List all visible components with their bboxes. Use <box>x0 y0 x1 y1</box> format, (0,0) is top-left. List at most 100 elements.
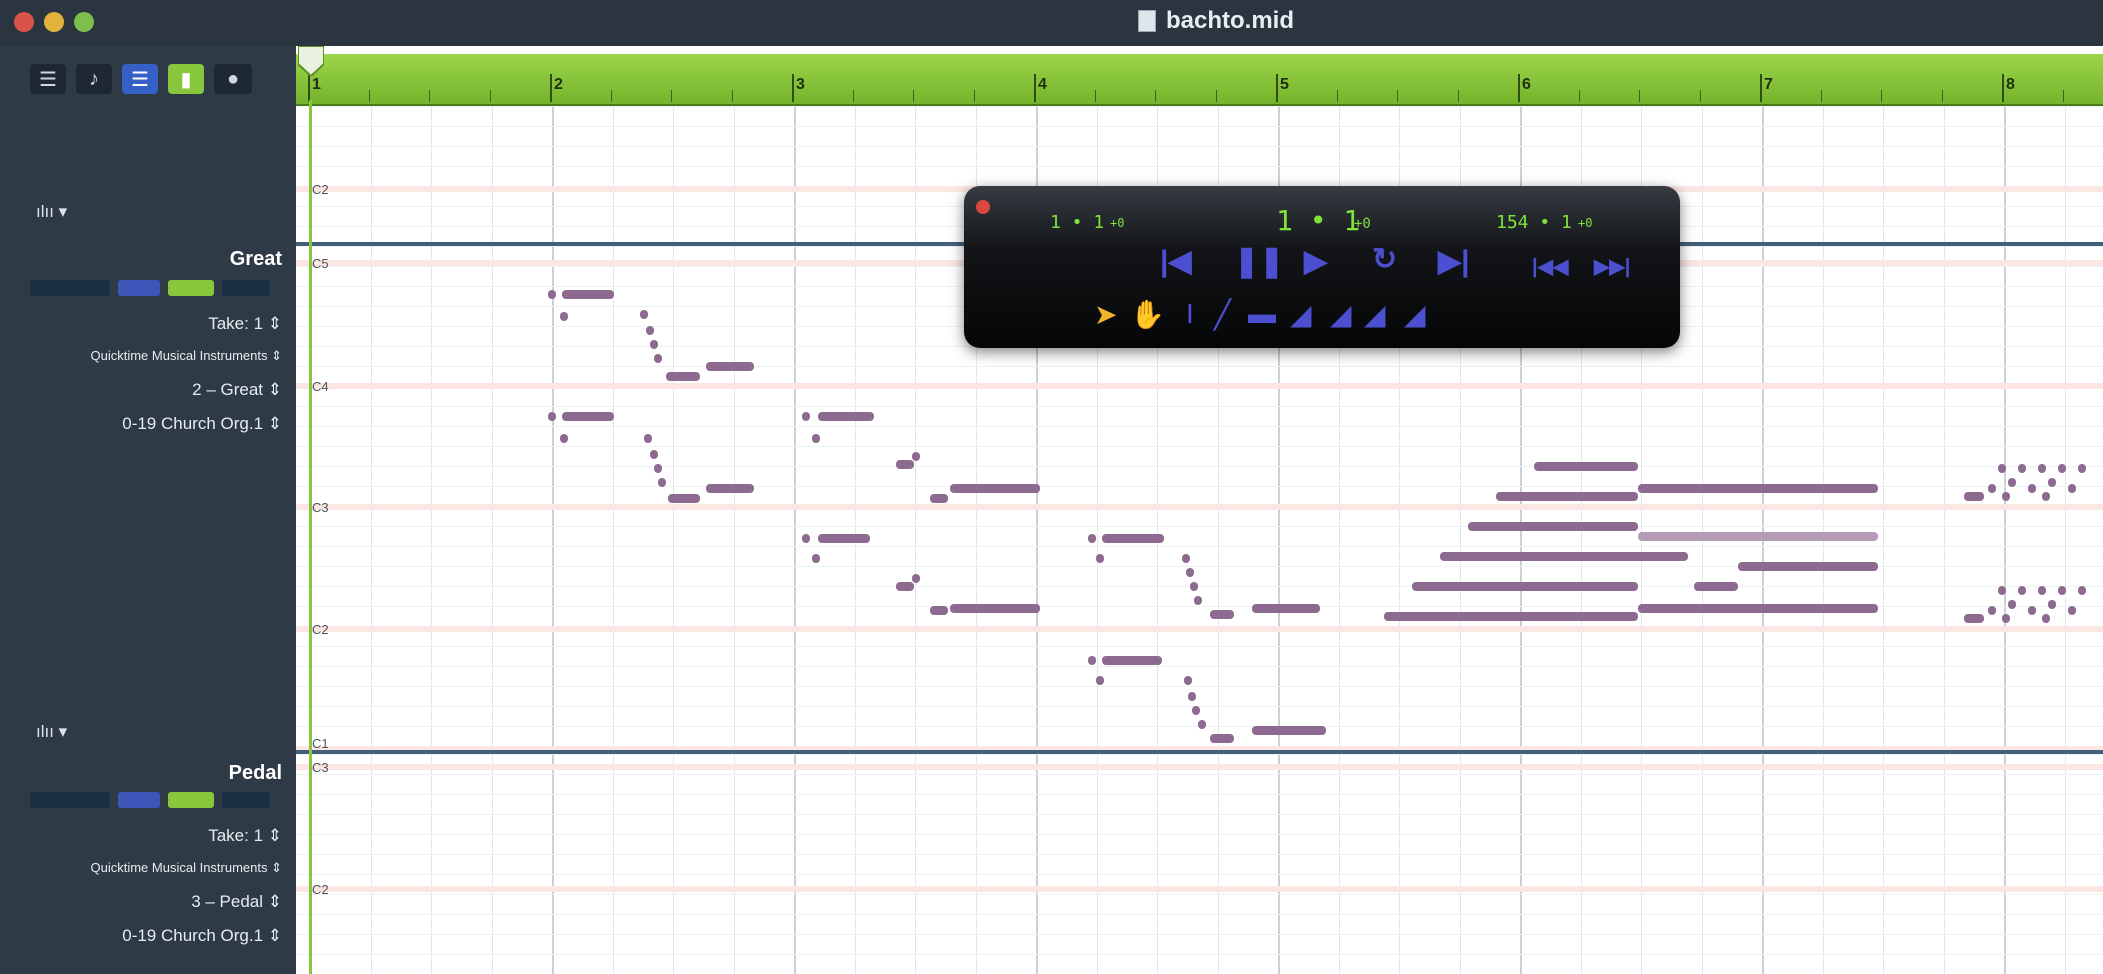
mute-toggle[interactable] <box>118 792 160 808</box>
note[interactable] <box>650 450 658 459</box>
note[interactable] <box>706 362 754 371</box>
record-arm-toggle[interactable] <box>222 280 270 296</box>
velocity-view-menu[interactable]: ılıı ▾ <box>36 202 67 222</box>
notation-view-button[interactable]: ♪ <box>76 64 112 94</box>
note[interactable] <box>2038 586 2046 595</box>
note[interactable] <box>2002 492 2010 501</box>
note[interactable] <box>706 484 754 493</box>
note[interactable] <box>1638 484 1878 493</box>
note[interactable] <box>1440 552 1688 561</box>
record-arm-toggle[interactable] <box>222 792 270 808</box>
rewind-to-start-button[interactable]: |◀ <box>1160 244 1191 279</box>
note[interactable] <box>1534 462 1638 471</box>
minimize-window-button[interactable] <box>44 12 64 32</box>
piano-roll-view-button[interactable]: ☰ <box>122 64 158 94</box>
flat-shape-tool-icon[interactable]: ▬ <box>1248 298 1276 330</box>
note[interactable] <box>1964 492 1984 501</box>
note[interactable] <box>1988 484 1996 493</box>
note[interactable] <box>666 372 700 381</box>
note[interactable] <box>2018 464 2026 473</box>
note[interactable] <box>812 434 820 443</box>
note[interactable] <box>1096 676 1104 685</box>
note[interactable] <box>802 412 810 421</box>
note[interactable] <box>1964 614 1984 623</box>
pedal-piano-roll[interactable]: C3 C2 <box>296 754 2103 974</box>
transport-right-position[interactable]: 154 • 1 <box>1496 212 1572 233</box>
note[interactable] <box>1188 692 1196 701</box>
note[interactable] <box>1738 562 1878 571</box>
note[interactable] <box>2058 464 2066 473</box>
note[interactable] <box>1252 604 1320 613</box>
note[interactable] <box>654 464 662 473</box>
note[interactable] <box>2078 464 2086 473</box>
note[interactable] <box>930 606 948 615</box>
loop-button[interactable]: ▮ <box>168 64 204 94</box>
note[interactable] <box>2042 614 2050 623</box>
note[interactable] <box>802 534 810 543</box>
note[interactable] <box>2042 492 2050 501</box>
note[interactable] <box>646 326 654 335</box>
line-tool-icon[interactable]: ╱ <box>1214 298 1231 331</box>
shallow-ramp-tool-icon[interactable]: ◢ <box>1404 298 1426 331</box>
rewind-button[interactable]: |◀◀ <box>1532 254 1568 279</box>
hand-tool-icon[interactable]: ✋ <box>1130 298 1165 331</box>
note[interactable] <box>1638 604 1878 613</box>
note[interactable] <box>912 452 920 461</box>
note[interactable] <box>1088 534 1096 543</box>
note[interactable] <box>2068 606 2076 615</box>
note[interactable] <box>1412 582 1638 591</box>
note[interactable] <box>2018 586 2026 595</box>
solo-toggle[interactable] <box>168 792 214 808</box>
transport-close-button[interactable] <box>976 200 990 214</box>
note[interactable] <box>818 534 870 543</box>
note[interactable] <box>2028 606 2036 615</box>
note[interactable] <box>1088 656 1096 665</box>
note[interactable] <box>1998 464 2006 473</box>
fast-forward-button[interactable]: ▶▶| <box>1594 254 1630 279</box>
mixer-view-button[interactable]: ☰ <box>30 64 66 94</box>
note[interactable] <box>896 582 914 591</box>
note[interactable] <box>896 460 914 469</box>
note[interactable] <box>1694 582 1738 591</box>
mute-toggle[interactable] <box>118 280 160 296</box>
note[interactable] <box>950 604 1040 613</box>
note[interactable] <box>912 574 920 583</box>
zoom-window-button[interactable] <box>74 12 94 32</box>
close-window-button[interactable] <box>14 12 34 32</box>
note[interactable] <box>658 478 666 487</box>
note[interactable] <box>2058 586 2066 595</box>
note[interactable] <box>1186 568 1194 577</box>
device-select-pedal[interactable]: Quicktime Musical Instruments ⇕ <box>91 860 283 876</box>
note[interactable] <box>644 434 652 443</box>
note[interactable] <box>1102 534 1164 543</box>
note[interactable] <box>818 412 874 421</box>
note[interactable] <box>1384 612 1638 621</box>
note[interactable] <box>930 494 948 503</box>
take-select-great[interactable]: Take: 1 ⇕ <box>208 314 282 334</box>
note[interactable] <box>560 434 568 443</box>
instrument-select-pedal[interactable]: 0-19 Church Org.1 ⇕ <box>122 926 282 946</box>
instrument-select-great[interactable]: 0-19 Church Org.1 ⇕ <box>122 414 282 434</box>
note[interactable] <box>548 412 556 421</box>
loop-toggle-button[interactable]: ↻ <box>1372 242 1397 277</box>
note[interactable] <box>1190 582 1198 591</box>
transport-left-position[interactable]: 1 • 1 <box>1050 212 1104 233</box>
note[interactable] <box>640 310 648 319</box>
note[interactable] <box>1096 554 1104 563</box>
steep-ramp-tool-icon[interactable]: ◢ <box>1364 298 1386 331</box>
note[interactable] <box>650 340 658 349</box>
note[interactable] <box>1192 706 1200 715</box>
track-name-great[interactable]: Great <box>230 248 282 271</box>
solo-toggle[interactable] <box>168 280 214 296</box>
note[interactable] <box>950 484 1040 493</box>
note[interactable] <box>548 290 556 299</box>
track-name-pedal[interactable]: Pedal <box>229 762 282 785</box>
note[interactable] <box>668 494 700 503</box>
note[interactable] <box>2078 586 2086 595</box>
note[interactable] <box>2068 484 2076 493</box>
note[interactable] <box>812 554 820 563</box>
note[interactable] <box>562 412 614 421</box>
note[interactable] <box>2038 464 2046 473</box>
pointer-tool-icon[interactable]: ➤ <box>1094 298 1117 331</box>
note[interactable] <box>2028 484 2036 493</box>
